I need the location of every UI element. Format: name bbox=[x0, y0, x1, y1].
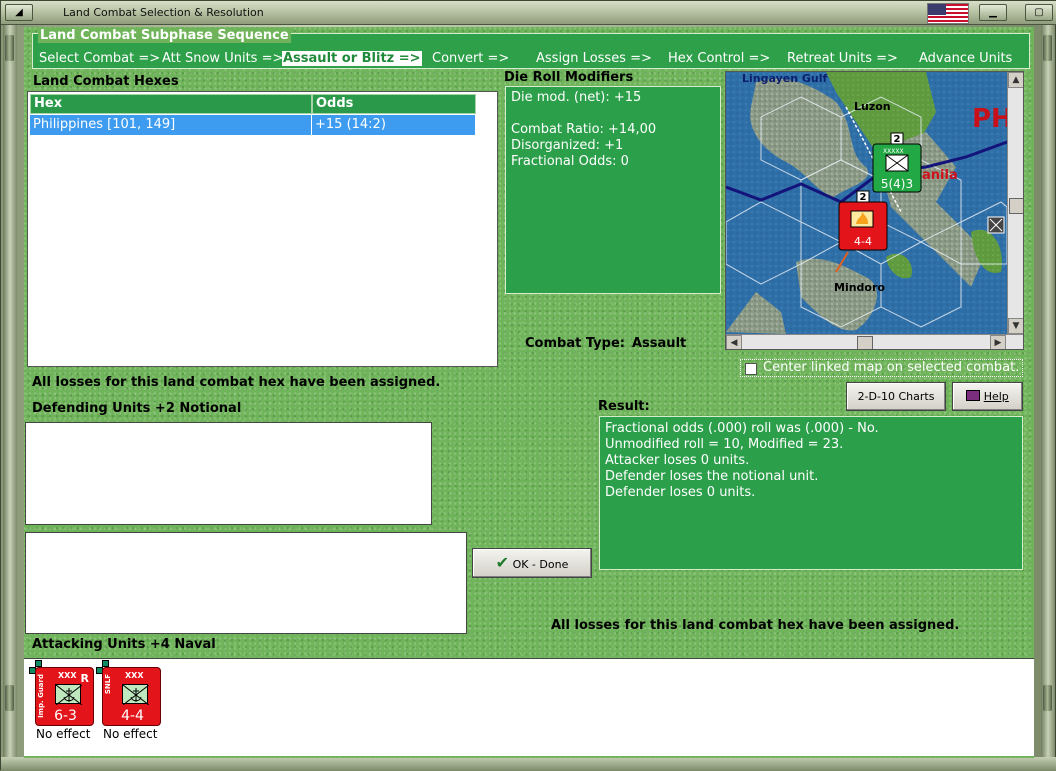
system-menu-button[interactable]: ◢ bbox=[5, 4, 33, 21]
unit-strength: 6-3 bbox=[54, 708, 77, 724]
result-line: Attacker loses 0 units. bbox=[605, 453, 750, 468]
checkbox-box[interactable] bbox=[745, 363, 757, 375]
maximize-button[interactable]: ▢ bbox=[1025, 4, 1053, 21]
defending-units-list[interactable] bbox=[25, 422, 432, 525]
defender-size: XXXXX bbox=[883, 148, 904, 155]
drm-line: Die mod. (net): +15 bbox=[511, 90, 642, 105]
infantry-anchor-icon bbox=[55, 684, 83, 706]
notional-units-list[interactable] bbox=[25, 532, 467, 634]
scroll-right-button[interactable]: ▶ bbox=[990, 335, 1006, 349]
step-convert[interactable]: Convert => bbox=[432, 51, 509, 66]
infantry-anchor-icon bbox=[122, 684, 150, 706]
losses-assigned-message: All losses for this land combat hex have… bbox=[32, 375, 441, 390]
checkmark-icon: ✔ bbox=[495, 553, 510, 572]
attacker-stack-count: 2 bbox=[860, 192, 867, 203]
step-select-combat[interactable]: Select Combat => bbox=[39, 51, 160, 66]
unit-pin-icon bbox=[35, 660, 42, 667]
attacker-strength: 4-4 bbox=[854, 235, 872, 248]
bottom-frame-bar bbox=[1, 757, 1056, 771]
step-assign-losses[interactable]: Assign Losses => bbox=[536, 51, 652, 66]
map-label-luzon: Luzon bbox=[854, 100, 891, 113]
unit-status: No effect bbox=[36, 727, 91, 741]
defending-units-title: Defending Units +2 Notional bbox=[32, 401, 242, 416]
hex-cell: Philippines [101, 149] bbox=[30, 115, 312, 135]
scroll-up-button[interactable]: ▲ bbox=[1008, 72, 1023, 88]
unit-side-text: SNLF bbox=[104, 674, 112, 695]
losses-assigned-message-2: All losses for this land combat hex have… bbox=[551, 618, 960, 633]
help-button-label: Help bbox=[983, 390, 1009, 403]
scroll-down-button[interactable]: ▼ bbox=[1008, 318, 1023, 334]
ok-done-label: OK - Done bbox=[512, 558, 569, 571]
combat-type-value: Assault bbox=[632, 336, 687, 351]
ok-done-button[interactable]: ✔ OK - Done bbox=[472, 548, 592, 578]
drm-line: Disorganized: +1 bbox=[511, 138, 624, 153]
help-book-icon bbox=[966, 390, 981, 401]
step-retreat-units[interactable]: Retreat Units => bbox=[787, 51, 898, 66]
unit-strength: 4-4 bbox=[121, 708, 144, 724]
defender-strength: 5(4)3 bbox=[881, 177, 913, 191]
drm-line: Fractional Odds: 0 bbox=[511, 154, 629, 169]
attacking-unit-counter[interactable]: XXX SNLF 4-4 bbox=[102, 667, 161, 726]
unit-marker: R bbox=[80, 672, 89, 685]
defender-stack-count: 2 bbox=[894, 134, 901, 145]
column-header-hex[interactable]: Hex bbox=[30, 94, 312, 114]
map-label-manila: anila bbox=[922, 168, 958, 183]
center-linked-map-checkbox[interactable]: Center linked map on selected combat. bbox=[740, 359, 1023, 377]
center-linked-map-label: Center linked map on selected combat. bbox=[763, 360, 1020, 375]
linked-map[interactable]: Lingayen Gulf Luzon anila Mindoro PH XXX… bbox=[725, 71, 1024, 350]
map-horizontal-scrollbar[interactable]: ◀ ▶ bbox=[726, 334, 1023, 349]
scroll-left-button[interactable]: ◀ bbox=[726, 335, 742, 349]
result-line: Defender loses 0 units. bbox=[605, 485, 756, 500]
die-roll-modifiers-panel: Die mod. (net): +15 Combat Ratio: +14,00… bbox=[505, 86, 721, 294]
result-line: Defender loses the notional unit. bbox=[605, 469, 819, 484]
map-label-gulf: Lingayen Gulf bbox=[742, 72, 827, 85]
subphase-sequence-title: Land Combat Subphase Sequence bbox=[38, 28, 291, 43]
result-panel: Fractional odds (.000) roll was (.000) -… bbox=[599, 416, 1023, 570]
attacking-units-title: Attacking Units +4 Naval bbox=[32, 637, 216, 652]
step-hex-control[interactable]: Hex Control => bbox=[668, 51, 770, 66]
odds-cell: +15 (14:2) bbox=[312, 115, 476, 135]
unit-class: XXX bbox=[58, 671, 77, 680]
us-flag-icon bbox=[927, 3, 969, 24]
vertical-scroll-thumb[interactable] bbox=[1009, 198, 1023, 214]
help-button[interactable]: Help bbox=[952, 382, 1023, 411]
step-advance-units[interactable]: Advance Units bbox=[919, 51, 1012, 66]
minimize-button[interactable]: ▁ bbox=[979, 4, 1007, 21]
result-line: Fractional odds (.000) roll was (.000) -… bbox=[605, 421, 879, 436]
column-header-odds[interactable]: Odds bbox=[312, 94, 476, 114]
attacking-units-list bbox=[24, 658, 1034, 756]
unit-class: XXX bbox=[125, 671, 144, 680]
step-assault-or-blitz[interactable]: Assault or Blitz => bbox=[282, 51, 422, 66]
result-line: Unmodified roll = 10, Modified = 23. bbox=[605, 437, 844, 452]
map-view: Lingayen Gulf Luzon anila Mindoro PH XXX… bbox=[726, 72, 1007, 334]
map-label-mindoro: Mindoro bbox=[834, 281, 885, 294]
charts-button[interactable]: 2-D-10 Charts bbox=[846, 382, 946, 411]
window-title: Land Combat Selection & Resolution bbox=[63, 6, 264, 19]
title-bar: ◢ Land Combat Selection & Resolution ▁ ▢ bbox=[1, 1, 1056, 25]
land-combat-hexes-title: Land Combat Hexes bbox=[33, 74, 179, 89]
unit-pin-icon bbox=[102, 660, 109, 667]
map-vertical-scrollbar[interactable]: ▲ ▼ bbox=[1007, 72, 1023, 334]
result-title: Result: bbox=[598, 399, 650, 414]
right-frame-bar bbox=[1041, 25, 1055, 771]
combat-type-label: Combat Type: bbox=[525, 336, 625, 351]
step-att-snow-units[interactable]: Att Snow Units => bbox=[162, 51, 283, 66]
map-label-ph: PH bbox=[972, 104, 1007, 134]
horizontal-scroll-thumb[interactable] bbox=[857, 336, 873, 349]
drm-line: Combat Ratio: +14,00 bbox=[511, 122, 657, 137]
drm-line bbox=[511, 106, 715, 122]
die-roll-modifiers-title: Die Roll Modifiers bbox=[504, 70, 634, 85]
attacking-unit-counter[interactable]: XXX R Imp. Guard 6-3 bbox=[35, 667, 94, 726]
left-frame-bar bbox=[3, 25, 17, 771]
unit-status: No effect bbox=[103, 727, 158, 741]
land-combat-hexes-table: Hex Odds Philippines [101, 149] +15 (14:… bbox=[27, 91, 498, 367]
